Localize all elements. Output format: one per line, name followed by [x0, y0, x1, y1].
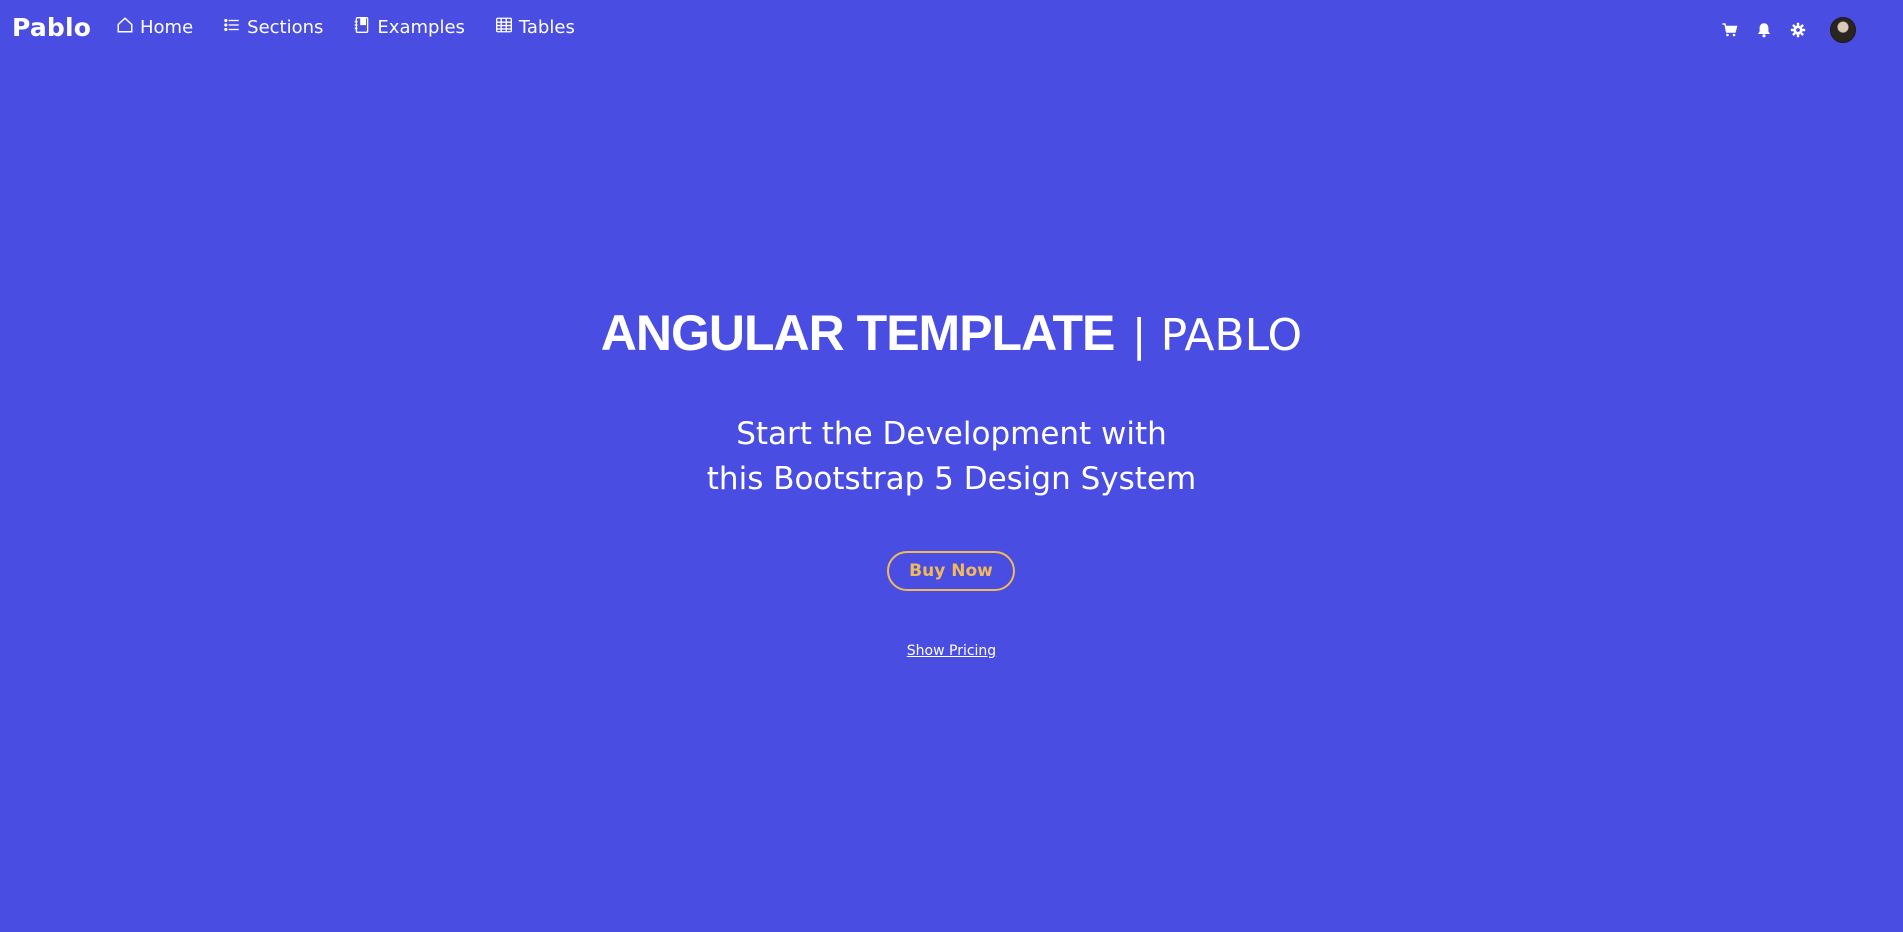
- hero-subtitle-line: Start the Development with: [736, 416, 1167, 452]
- hero-title-strong: ANGULAR TEMPLATE: [600, 305, 1116, 361]
- pricing-link-container: Show Pricing: [0, 643, 1903, 659]
- hero-title: ANGULAR TEMPLATE | PABLO: [0, 301, 1903, 368]
- page: Pablo Home Sections Examples Tables ANGU…: [0, 0, 1903, 932]
- hero-subtitle: Start the Development with this Bootstra…: [0, 412, 1903, 502]
- hero-subtitle-line: this Bootstrap 5 Design System: [706, 461, 1197, 497]
- buy-now-button[interactable]: Buy Now: [887, 551, 1015, 591]
- hero-title-light: | PABLO: [1131, 310, 1303, 361]
- hero-section: ANGULAR TEMPLATE | PABLO Start the Devel…: [0, 0, 1903, 932]
- show-pricing-link[interactable]: Show Pricing: [907, 643, 996, 659]
